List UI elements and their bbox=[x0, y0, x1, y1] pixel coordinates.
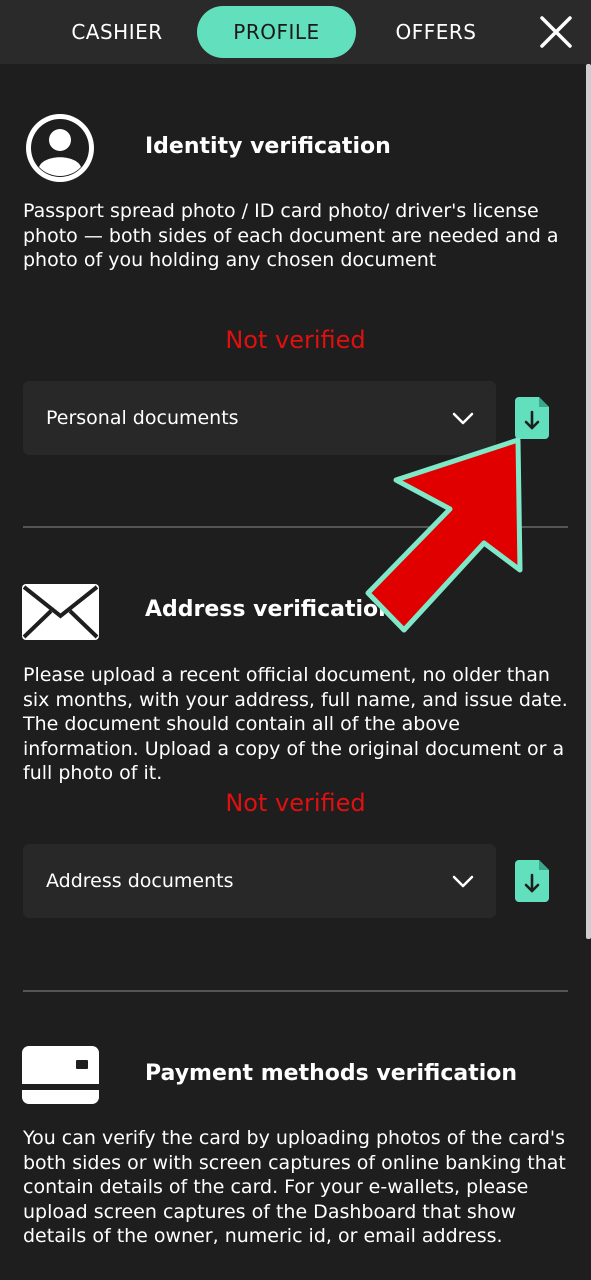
tab-profile[interactable]: PROFILE bbox=[197, 6, 356, 58]
section-divider bbox=[23, 990, 568, 992]
personal-documents-select-label: Personal documents bbox=[46, 407, 239, 429]
identity-status-badge: Not verified bbox=[225, 326, 366, 354]
chevron-down-icon bbox=[452, 875, 474, 888]
pointer-arrow-icon bbox=[365, 437, 523, 633]
payment-verification-description: You can verify the card by uploading pho… bbox=[23, 1127, 566, 1248]
credit-card-icon bbox=[22, 1046, 99, 1104]
scrollbar[interactable] bbox=[586, 64, 591, 939]
address-documents-select-label: Address documents bbox=[46, 870, 234, 892]
identity-verification-title: Identity verification bbox=[145, 134, 391, 159]
download-file-icon[interactable] bbox=[515, 860, 549, 902]
identity-verification-description: Passport spread photo / ID card photo/ d… bbox=[23, 200, 559, 272]
tab-cashier[interactable]: CASHIER bbox=[50, 6, 184, 58]
address-verification-title: Address verification bbox=[145, 597, 394, 622]
address-documents-select[interactable]: Address documents bbox=[23, 844, 496, 918]
address-verification-description: Please upload a recent official document… bbox=[23, 664, 568, 785]
close-icon[interactable] bbox=[538, 14, 574, 50]
address-status-badge: Not verified bbox=[225, 789, 366, 817]
payment-verification-title: Payment methods verification bbox=[145, 1061, 518, 1086]
tab-offers[interactable]: OFFERS bbox=[372, 6, 500, 58]
user-circle-icon bbox=[26, 114, 94, 182]
envelope-icon bbox=[22, 584, 99, 640]
top-nav: CASHIER PROFILE OFFERS bbox=[0, 0, 591, 64]
